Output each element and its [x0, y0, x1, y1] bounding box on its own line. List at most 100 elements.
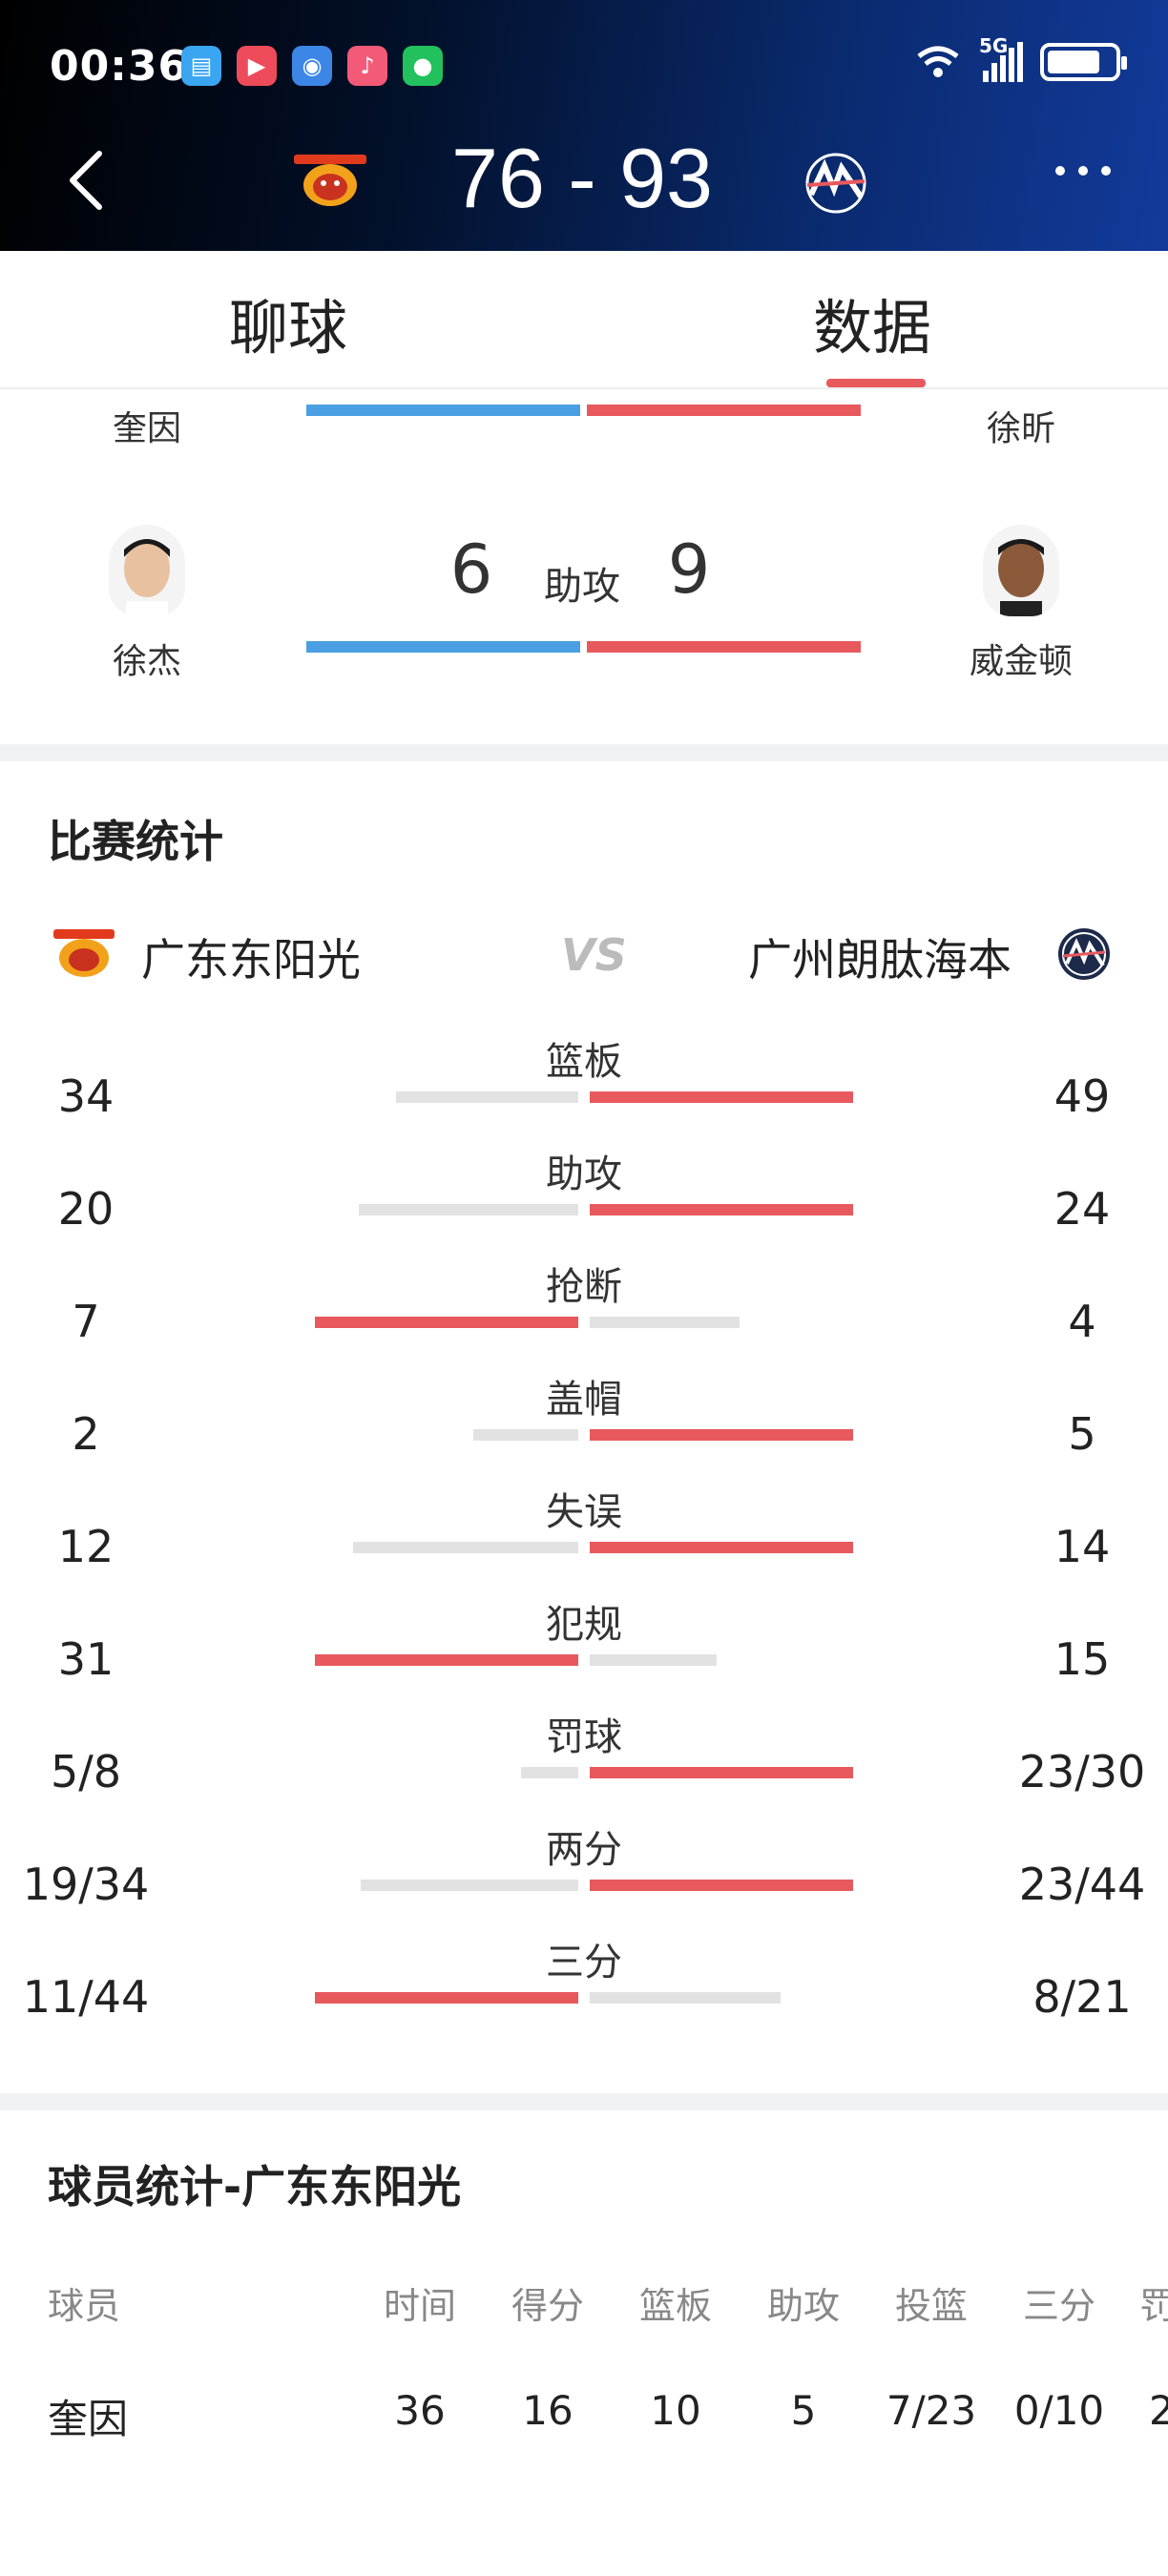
away-leader-name[interactable]: 徐昕 — [926, 401, 1116, 450]
away-stat-value: 15 — [1053, 1633, 1111, 1685]
table-row[interactable]: 奎因 36 16 10 5 7/23 0/10 2 — [0, 2387, 1168, 2444]
col-minutes[interactable]: 时间 — [372, 2276, 468, 2329]
col-player[interactable]: 球员 — [48, 2276, 162, 2329]
home-stat-bar — [361, 1880, 578, 1891]
notification-icons: ▤ ▶ ◉ ♪ ● — [181, 46, 443, 86]
network-type: 5G — [979, 34, 1009, 57]
away-stat-value: 23/44 — [1018, 1859, 1146, 1910]
player-fg: 7/23 — [886, 2387, 977, 2434]
away-player-avatar[interactable] — [983, 525, 1059, 616]
away-team-name[interactable]: 广州朗肽海本 — [748, 925, 1012, 988]
guangdong-team-logo[interactable] — [284, 153, 376, 210]
player-minutes: 36 — [394, 2387, 446, 2434]
col-fg[interactable]: 投篮 — [884, 2276, 979, 2329]
stat-label: 失误 — [546, 1490, 622, 1534]
player-ft: 2 — [1149, 2387, 1168, 2434]
home-stat-bar — [353, 1542, 578, 1553]
col-rebounds[interactable]: 篮板 — [628, 2276, 723, 2329]
stat-row: 犯规 31 15 — [0, 1593, 1168, 1706]
back-button[interactable] — [57, 147, 115, 214]
home-leader-bar — [306, 405, 580, 416]
stat-label: 犯规 — [546, 1603, 622, 1647]
away-stat-value: 24 — [1053, 1183, 1111, 1235]
player-assists: 5 — [790, 2387, 817, 2434]
tab-data[interactable]: 数据 — [813, 280, 931, 365]
home-assists-value: 6 — [449, 530, 493, 609]
assists-leader-row: 6 助攻 9 徐杰 威金顿 — [0, 515, 1168, 687]
home-stat-bar — [521, 1767, 578, 1778]
col-assists[interactable]: 助攻 — [756, 2276, 851, 2329]
game-score: 76 - 93 — [451, 131, 713, 225]
clock: 00:36 — [50, 42, 189, 91]
more-options-button[interactable] — [1055, 166, 1111, 176]
status-bar: 00:36 ▤ ▶ ◉ ♪ ● 5G — [0, 0, 1168, 134]
away-stat-bar — [590, 1204, 853, 1215]
stat-row: 助攻 20 24 — [0, 1143, 1168, 1256]
player-table-header: 球员 时间 得分 篮板 助攻 投篮 三分 罚 — [0, 2276, 1168, 2334]
home-stat-value: 2 — [72, 1408, 100, 1460]
home-assists-bar — [306, 641, 580, 653]
dot-icon — [1055, 166, 1065, 176]
header: 00:36 ▤ ▶ ◉ ♪ ● 5G 76 - 93 — [0, 0, 1168, 251]
score-nav: 76 - 93 — [0, 124, 1168, 239]
away-stat-value: 23/30 — [1018, 1746, 1146, 1797]
wifi-icon — [917, 46, 959, 77]
stat-row: 抢断 7 4 — [0, 1256, 1168, 1368]
stat-label: 助攻 — [546, 1153, 622, 1196]
away-stat-bar — [590, 1767, 853, 1778]
book-app-icon: ▤ — [181, 46, 221, 86]
stat-row: 盖帽 2 5 — [0, 1368, 1168, 1481]
home-leader-name[interactable]: 奎因 — [52, 401, 242, 450]
home-assists-player[interactable]: 徐杰 — [52, 634, 242, 683]
music-app-icon: ♪ — [347, 46, 387, 86]
cellular-signal-icon: 5G — [979, 34, 1023, 82]
away-assists-bar — [587, 641, 861, 653]
tab-chat[interactable]: 聊球 — [229, 280, 347, 365]
stat-label: 抢断 — [546, 1265, 622, 1309]
home-stat-bar — [315, 1317, 578, 1328]
stat-row: 两分 19/34 23/44 — [0, 1818, 1168, 1931]
home-player-avatar[interactable] — [109, 525, 185, 616]
away-stat-value: 5 — [1068, 1408, 1096, 1460]
stat-label: 盖帽 — [546, 1378, 622, 1422]
home-stat-value: 5/8 — [50, 1746, 122, 1797]
away-stat-bar — [590, 1542, 853, 1553]
guangzhou-team-logo[interactable] — [788, 147, 884, 219]
home-stat-value: 12 — [57, 1521, 115, 1572]
col-3pt[interactable]: 三分 — [1012, 2276, 1107, 2329]
away-assists-player[interactable]: 威金顿 — [926, 634, 1116, 683]
home-stat-value: 7 — [72, 1296, 100, 1347]
home-stat-bar — [315, 1992, 578, 2004]
stat-row: 失误 12 14 — [0, 1481, 1168, 1593]
stat-label: 两分 — [546, 1828, 622, 1872]
home-stat-bar — [396, 1091, 578, 1103]
col-points[interactable]: 得分 — [500, 2276, 595, 2329]
away-stat-value: 49 — [1053, 1070, 1111, 1122]
battery-icon — [1040, 43, 1127, 81]
away-stat-bar — [590, 1091, 853, 1103]
home-team-mini-logo — [53, 929, 115, 977]
home-stat-value: 34 — [57, 1070, 115, 1122]
section-divider — [0, 2093, 1168, 2110]
home-stat-bar — [359, 1204, 578, 1215]
home-stat-value: 20 — [57, 1183, 115, 1235]
away-stat-bar — [590, 1429, 853, 1441]
vs-label: VS — [561, 929, 627, 981]
home-stat-bar — [473, 1429, 578, 1441]
stat-label: 篮板 — [546, 1040, 622, 1084]
tab-bar: 聊球 数据 — [0, 251, 1168, 389]
home-stat-bar — [315, 1654, 578, 1666]
player-points: 16 — [522, 2387, 574, 2434]
stat-label: 三分 — [546, 1941, 622, 1984]
away-stat-value: 4 — [1068, 1296, 1096, 1347]
wechat-icon: ● — [403, 46, 443, 86]
section-divider — [0, 744, 1168, 761]
player-rebounds: 10 — [650, 2387, 701, 2434]
player-name[interactable]: 奎因 — [48, 2387, 181, 2445]
col-ft[interactable]: 罚 — [1139, 2276, 1168, 2329]
away-team-mini-logo — [1058, 928, 1110, 980]
away-stat-value: 14 — [1053, 1521, 1111, 1572]
home-team-name[interactable]: 广东东阳光 — [141, 925, 361, 988]
chevron-left-icon — [70, 151, 102, 210]
leader-category-label: 助攻 — [544, 565, 620, 609]
